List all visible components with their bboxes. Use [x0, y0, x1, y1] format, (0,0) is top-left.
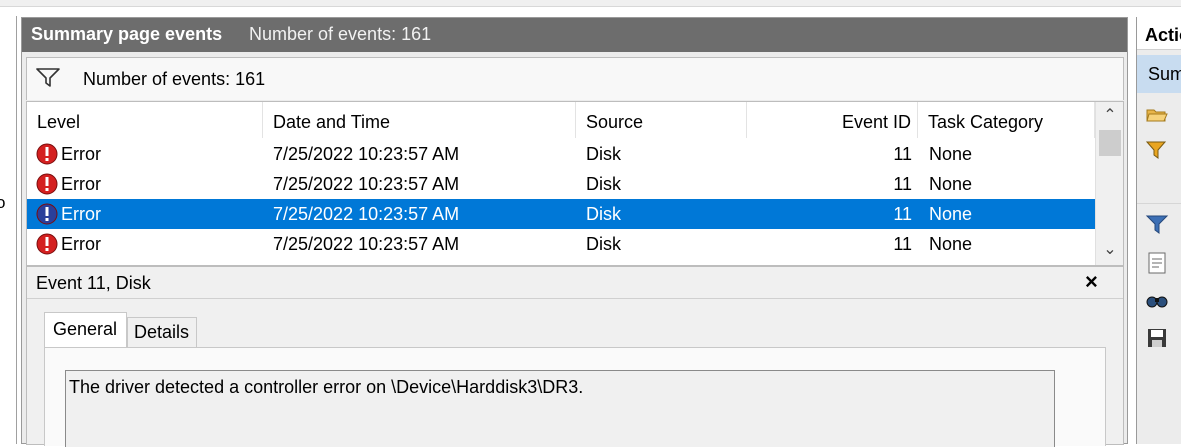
error-icon — [36, 143, 58, 165]
error-icon — [36, 173, 58, 195]
tab-general[interactable]: General — [44, 312, 127, 348]
cell-task-category: None — [929, 174, 973, 194]
column-header-level[interactable]: Level — [27, 102, 263, 138]
detail-title: Event 11, Disk — [36, 273, 151, 293]
open-folder-icon[interactable] — [1145, 102, 1169, 126]
cell-date-time: 7/25/2022 10:23:57 AM — [273, 204, 460, 224]
cell-source: Disk — [586, 204, 621, 224]
cell-date-time: 7/25/2022 10:23:57 AM — [273, 174, 460, 194]
left-pane[interactable]: o — [0, 16, 17, 444]
cell-level: Error — [61, 144, 101, 164]
summary-event-count: Number of events: 161 — [249, 24, 432, 44]
filter-icon[interactable] — [36, 68, 60, 88]
actions-pane: Actions Summary page events — [1136, 17, 1181, 444]
cell-task-category: None — [929, 204, 973, 224]
cell-source: Disk — [586, 234, 621, 254]
table-row[interactable]: Error 7/25/2022 10:23:57 AM Disk 11 None — [27, 199, 1095, 229]
scroll-down-icon[interactable]: ⌄ — [1096, 238, 1123, 262]
save-icon[interactable] — [1145, 326, 1169, 350]
column-header-event-id[interactable]: Event ID — [747, 102, 918, 138]
vertical-scrollbar[interactable]: ⌃ ⌄ — [1095, 102, 1123, 265]
event-detail-pane: Event 11, Disk × General Details The dri… — [26, 266, 1124, 447]
table-row[interactable]: Error 7/25/2022 10:23:57 AM Disk 11 None — [27, 139, 1095, 169]
center-panel: Summary page events Number of events: 16… — [21, 17, 1128, 447]
cell-level: Error — [61, 204, 101, 224]
close-icon[interactable]: × — [1085, 269, 1098, 295]
filter-bar: Number of events: 161 — [26, 57, 1124, 100]
error-icon — [36, 203, 58, 225]
actions-header: Actions — [1137, 17, 1181, 50]
tab-content: The driver detected a controller error o… — [44, 347, 1106, 447]
cell-level: Error — [61, 234, 101, 254]
actions-subheader[interactable]: Summary page events — [1137, 55, 1181, 93]
table-row[interactable]: Error 7/25/2022 10:23:57 AM Disk 11 None — [27, 169, 1095, 199]
top-strip — [0, 0, 1181, 7]
cell-source: Disk — [586, 174, 621, 194]
actions-separator — [1137, 203, 1181, 204]
left-pane-text: o — [0, 193, 6, 212]
events-table: Level Date and Time Source Event ID Task… — [26, 101, 1124, 266]
column-header-source[interactable]: Source — [576, 102, 747, 138]
summary-title: Summary page events — [31, 24, 223, 44]
cell-source: Disk — [586, 144, 621, 164]
detail-divider — [27, 298, 1123, 299]
properties-icon[interactable] — [1145, 251, 1169, 275]
cell-event-id: 11 — [893, 144, 912, 164]
column-header-date-time[interactable]: Date and Time — [263, 102, 576, 138]
cell-event-id: 11 — [893, 234, 912, 254]
scroll-up-icon[interactable]: ⌃ — [1096, 104, 1123, 128]
filter-icon[interactable] — [1145, 213, 1169, 237]
cell-date-time: 7/25/2022 10:23:57 AM — [273, 144, 460, 164]
filter-count-label: Number of events: 161 — [83, 69, 266, 89]
event-description[interactable]: The driver detected a controller error o… — [65, 370, 1055, 447]
cell-level: Error — [61, 174, 101, 194]
scroll-thumb[interactable] — [1099, 130, 1121, 156]
cell-task-category: None — [929, 234, 973, 254]
cell-event-id: 11 — [893, 174, 912, 194]
table-row[interactable]: Error 7/25/2022 10:23:57 AM Disk 11 None — [27, 229, 1095, 259]
error-icon — [36, 233, 58, 255]
find-icon[interactable] — [1145, 288, 1169, 312]
filter-icon[interactable] — [1145, 139, 1169, 163]
tab-details[interactable]: Details — [127, 317, 197, 347]
cell-event-id: 11 — [893, 204, 912, 224]
cell-date-time: 7/25/2022 10:23:57 AM — [273, 234, 460, 254]
column-header-task-category[interactable]: Task Category — [918, 102, 1095, 138]
summary-header-bar: Summary page events Number of events: 16… — [22, 18, 1127, 52]
cell-task-category: None — [929, 144, 973, 164]
table-header: Level Date and Time Source Event ID Task… — [27, 102, 1095, 138]
